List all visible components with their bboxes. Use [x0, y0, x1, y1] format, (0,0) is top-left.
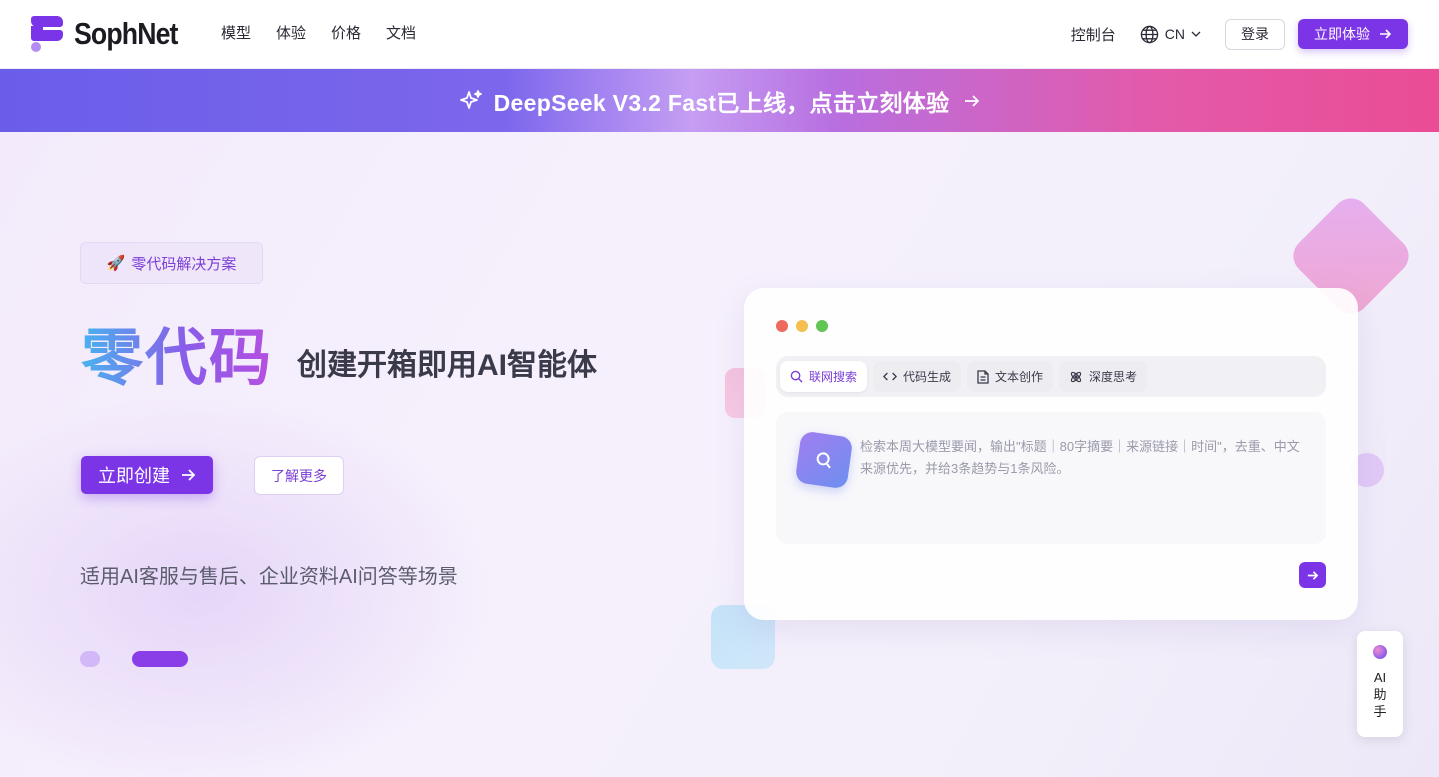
- create-now-label: 立即创建: [98, 466, 170, 486]
- try-now-label: 立即体验: [1314, 26, 1370, 42]
- main-nav: 模型 体验 价格 文档: [221, 24, 416, 44]
- language-selector[interactable]: CN: [1140, 25, 1209, 44]
- send-button[interactable]: [1299, 562, 1326, 588]
- carousel-dot-active[interactable]: [132, 651, 188, 667]
- ai-assistant-widget[interactable]: AI助手: [1357, 631, 1403, 737]
- solution-tag: 🚀 零代码解决方案: [80, 242, 263, 284]
- document-icon: [977, 369, 989, 384]
- chevron-down-icon: [1191, 31, 1201, 37]
- hero-section: 🚀 零代码解决方案 零代码 创建开箱即用AI智能体 立即创建 了解更多 适用AI…: [0, 132, 1439, 777]
- header-actions: 控制台 CN 登录 立即体验: [1071, 18, 1408, 50]
- hero-headline: 零代码 创建开箱即用AI智能体: [81, 324, 597, 394]
- window-close-dot: [776, 320, 788, 332]
- carousel-dot[interactable]: [80, 651, 100, 667]
- search-icon: [790, 370, 803, 383]
- arrow-right-icon: [965, 94, 980, 107]
- try-now-button[interactable]: 立即体验: [1298, 19, 1408, 49]
- prompt-box[interactable]: 检索本周大模型要闻，输出"标题｜80字摘要｜来源链接｜时间"，去重、中文来源优先…: [776, 412, 1326, 544]
- ai-orb-icon: [1373, 645, 1387, 659]
- nav-item-experience[interactable]: 体验: [276, 24, 306, 44]
- tab-label: 文本创作: [995, 370, 1044, 384]
- hero-description: 适用AI客服与售后、企业资料AI问答等场景: [80, 566, 458, 588]
- top-navbar: SophNet 模型 体验 价格 文档 控制台 CN 登录 立即体验: [0, 0, 1439, 69]
- headline-highlight: 零代码: [81, 324, 274, 393]
- window-minimize-dot: [796, 320, 808, 332]
- logo-text: SophNet: [74, 16, 178, 51]
- language-label: CN: [1164, 26, 1185, 42]
- atom-icon: [1070, 371, 1082, 382]
- banner-text: DeepSeek V3.2 Fast已上线，点击立刻体验: [493, 89, 950, 116]
- rocket-icon: 🚀: [106, 255, 126, 272]
- announcement-banner[interactable]: DeepSeek V3.2 Fast已上线，点击立刻体验: [0, 69, 1439, 132]
- ai-assistant-label: AI助手: [1373, 670, 1387, 719]
- logo-mark-icon: [31, 16, 64, 52]
- headline-subtitle: 创建开箱即用AI智能体: [297, 349, 598, 382]
- window-controls: [776, 320, 828, 332]
- tab-text-creation[interactable]: 文本创作: [967, 361, 1054, 392]
- tab-label: 代码生成: [903, 370, 952, 384]
- logo[interactable]: SophNet: [31, 16, 194, 52]
- solution-tag-label: 零代码解决方案: [131, 255, 237, 273]
- nav-item-docs[interactable]: 文档: [386, 24, 416, 44]
- nav-item-models[interactable]: 模型: [221, 24, 251, 44]
- tab-deep-thinking[interactable]: 深度思考: [1059, 361, 1148, 392]
- prompt-text: 检索本周大模型要闻，输出"标题｜80字摘要｜来源链接｜时间"，去重、中文来源优先…: [860, 439, 1300, 476]
- feature-tabs: 联网搜索 代码生成 文本创作 深度思考: [776, 356, 1326, 397]
- tab-web-search[interactable]: 联网搜索: [780, 361, 868, 392]
- learn-more-button[interactable]: 了解更多: [254, 456, 344, 495]
- tab-label: 联网搜索: [809, 370, 858, 384]
- create-now-button[interactable]: 立即创建: [81, 456, 213, 494]
- code-icon: [883, 372, 898, 381]
- nav-item-pricing[interactable]: 价格: [331, 24, 361, 44]
- login-button[interactable]: 登录: [1225, 18, 1285, 50]
- console-link[interactable]: 控制台: [1071, 24, 1116, 45]
- arrow-right-icon: [182, 469, 196, 481]
- search-badge-icon: [794, 430, 854, 490]
- tab-code-generation[interactable]: 代码生成: [873, 361, 962, 392]
- globe-icon: [1140, 25, 1159, 43]
- sparkle-icon: [459, 89, 482, 109]
- window-maximize-dot: [816, 320, 828, 332]
- arrow-right-icon: [1307, 570, 1319, 580]
- demo-window: 联网搜索 代码生成 文本创作 深度思考 检索本周大模型要闻，输出"标题｜80字摘…: [744, 288, 1358, 620]
- tab-label: 深度思考: [1089, 370, 1138, 384]
- arrow-right-icon: [1380, 29, 1392, 39]
